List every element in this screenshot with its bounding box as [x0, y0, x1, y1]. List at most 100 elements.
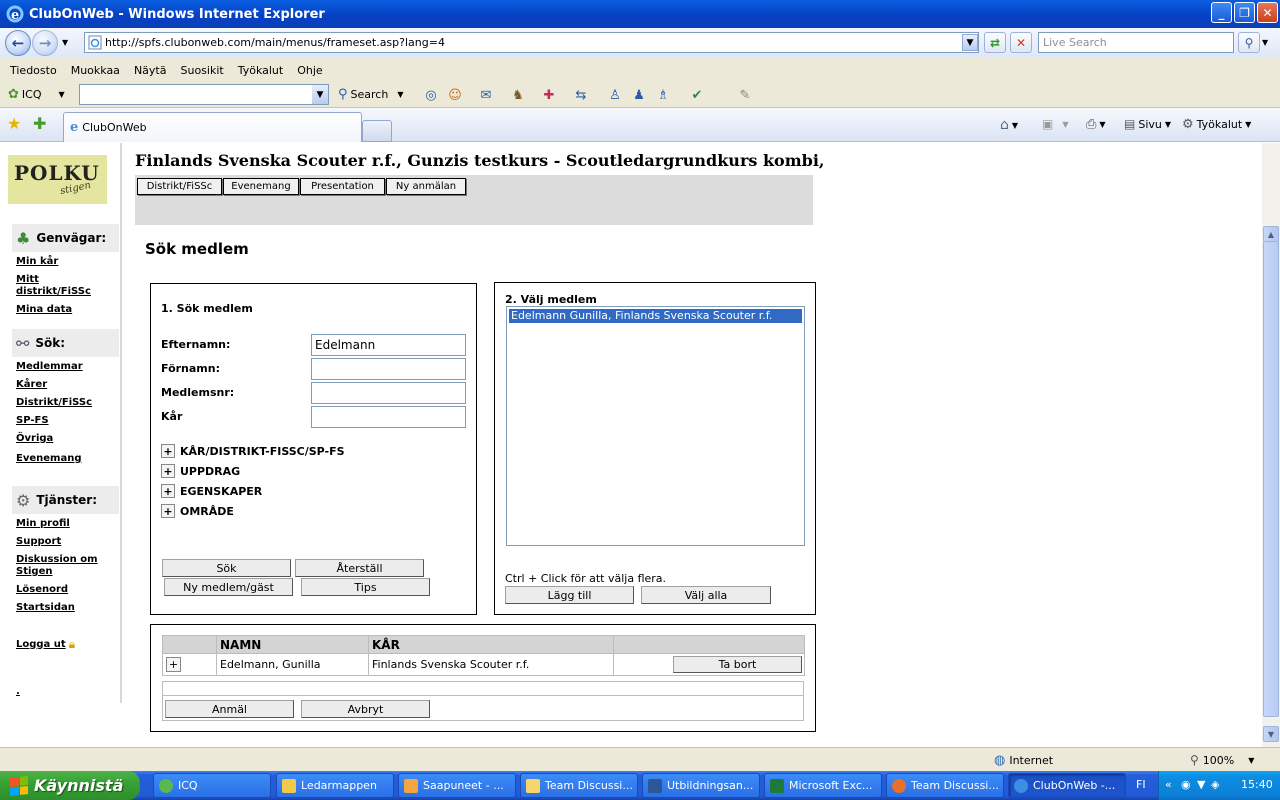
- menu-tools[interactable]: Työkalut: [238, 64, 284, 77]
- listbox-option-selected[interactable]: Edelmann Gunilla, Finlands Svenska Scout…: [509, 309, 802, 323]
- remove-button[interactable]: Ta bort: [673, 656, 802, 673]
- url-dropdown-icon[interactable]: ▼: [962, 34, 978, 51]
- home-button[interactable]: ⌂ ▼: [1000, 117, 1018, 133]
- cancel-button[interactable]: Avbryt: [301, 700, 430, 718]
- taskbar-item-team-discussion-1[interactable]: Team Discussi...: [520, 773, 638, 798]
- expander-uppdrag[interactable]: + UPPDRAG: [161, 464, 240, 478]
- minimize-button[interactable]: _: [1211, 2, 1232, 23]
- add-favorite-icon[interactable]: ✚: [33, 114, 46, 133]
- scroll-down-button[interactable]: ▼: [1263, 726, 1279, 742]
- reset-button[interactable]: Återställ: [295, 559, 424, 577]
- sidebar-link-ovriga[interactable]: Övriga: [16, 433, 116, 445]
- games-icon[interactable]: ♞: [509, 86, 527, 104]
- history-dropdown-icon[interactable]: ▼: [62, 38, 68, 47]
- sidebar-link-diskussion[interactable]: Diskussion om Stigen: [16, 554, 104, 578]
- add-contact-icon[interactable]: ♟: [630, 86, 648, 104]
- share-icon[interactable]: ⇆: [572, 86, 590, 104]
- member-number-input[interactable]: [311, 382, 466, 404]
- contacts-icon[interactable]: ♙: [606, 86, 624, 104]
- tab-clubonweb[interactable]: e ClubOnWeb: [63, 112, 362, 142]
- taskbar-item-utbildning[interactable]: Utbildningsan...: [642, 773, 760, 798]
- tips-button[interactable]: Tips: [301, 578, 430, 596]
- kar-input[interactable]: [311, 406, 466, 428]
- expander-omrade[interactable]: + OMRÅDE: [161, 504, 234, 518]
- expander-egenskaper[interactable]: + EGENSKAPER: [161, 484, 262, 498]
- vertical-scrollbar[interactable]: ▲ ▼: [1262, 143, 1280, 747]
- tab-presentation[interactable]: Presentation: [300, 178, 385, 195]
- lastname-input[interactable]: [311, 334, 466, 356]
- taskbar-item-team-discussion-2[interactable]: Team Discussi...: [886, 773, 1004, 798]
- expander-kar-distrikt[interactable]: + KÅR/DISTRIKT-FISSC/SP-FS: [161, 444, 345, 458]
- compass-icon[interactable]: ◎: [422, 86, 440, 104]
- sidebar-link-karer[interactable]: Kårer: [16, 379, 116, 391]
- tray-volume-icon[interactable]: ◈: [1211, 778, 1219, 791]
- menu-edit[interactable]: Muokkaa: [71, 64, 120, 77]
- sidebar-link-losenord[interactable]: Lösenord: [16, 584, 116, 596]
- combo-dropdown-icon[interactable]: ▼: [312, 85, 328, 104]
- start-button[interactable]: Käynnistä: [0, 771, 140, 800]
- tray-app-icon[interactable]: ◉: [1181, 778, 1191, 791]
- sidebar-link-support[interactable]: Support: [16, 536, 116, 548]
- taskbar-item-ledarmappen[interactable]: Ledarmappen: [276, 773, 394, 798]
- menu-file[interactable]: Tiedosto: [10, 64, 57, 77]
- zoom-control[interactable]: ⚲ 100% ▼: [1190, 751, 1254, 769]
- language-indicator[interactable]: FI: [1136, 778, 1146, 791]
- pin-icon[interactable]: ✎: [736, 86, 754, 104]
- icq-toolbar-button[interactable]: ✿ ICQ ▼: [8, 87, 65, 102]
- search-icon[interactable]: ⚲: [1238, 32, 1260, 53]
- sidebar-link-mitt-distrikt[interactable]: Mitt distrikt/FiSSc: [16, 274, 106, 298]
- clock[interactable]: 15:40: [1241, 778, 1273, 791]
- sidebar-link-medlemmar[interactable]: Medlemmar: [16, 361, 116, 373]
- print-button[interactable]: ⎙ ▼: [1086, 117, 1106, 132]
- refresh-icon[interactable]: ⇄: [984, 32, 1006, 53]
- member-listbox[interactable]: Edelmann Gunilla, Finlands Svenska Scout…: [506, 306, 805, 546]
- sidebar-link-startsidan[interactable]: Startsidan: [16, 602, 116, 614]
- find-people-icon[interactable]: ♗: [654, 86, 672, 104]
- forward-button[interactable]: →: [32, 30, 58, 56]
- tray-network-icon[interactable]: ▼: [1197, 778, 1205, 791]
- new-tab-button[interactable]: [362, 120, 392, 142]
- new-member-button[interactable]: Ny medlem/gäst: [164, 578, 293, 596]
- polku-logo[interactable]: POLKU stigen: [8, 155, 107, 204]
- add-button[interactable]: Lägg till: [505, 586, 634, 604]
- toolbar-search-button[interactable]: ⚲ Search ▼: [338, 87, 403, 102]
- sidebar-link-min-profil[interactable]: Min profil: [16, 518, 116, 530]
- select-all-button[interactable]: Välj alla: [641, 586, 771, 604]
- register-button[interactable]: Anmäl: [165, 700, 294, 718]
- toolbar-search-combo[interactable]: ▼: [79, 84, 329, 105]
- taskbar-item-icq[interactable]: ICQ: [153, 773, 271, 798]
- taskbar-item-saapuneet[interactable]: Saapuneet - ...: [398, 773, 516, 798]
- search-options-icon[interactable]: ▼: [1262, 38, 1268, 47]
- chat-icon[interactable]: ✉: [477, 86, 495, 104]
- taskbar-item-clubonweb[interactable]: ClubOnWeb -...: [1008, 773, 1126, 798]
- url-field[interactable]: http://spfs.clubonweb.com/main/menus/fra…: [84, 32, 979, 53]
- maximize-button[interactable]: ❐: [1234, 2, 1255, 23]
- feeds-button[interactable]: ▣ ▼: [1042, 117, 1069, 131]
- favorites-star-icon[interactable]: ★: [7, 114, 21, 133]
- close-button[interactable]: ✕: [1257, 2, 1278, 23]
- firstname-input[interactable]: [311, 358, 466, 380]
- menu-view[interactable]: Näytä: [134, 64, 167, 77]
- taskbar-item-excel[interactable]: Microsoft Exc...: [764, 773, 882, 798]
- logout-link[interactable]: Logga ut 🔒︎: [16, 637, 75, 652]
- sidebar-link-mina-data[interactable]: Mina data: [16, 304, 116, 316]
- sidebar-link-evenemang[interactable]: Evenemang: [16, 453, 116, 465]
- sidebar-link-min-kar[interactable]: Min kår: [16, 256, 116, 268]
- tray-chevron-icon[interactable]: «: [1165, 778, 1172, 791]
- people-icon[interactable]: ☺: [446, 86, 464, 104]
- tab-distrikt[interactable]: Distrikt/FiSSc: [137, 178, 222, 195]
- scroll-up-button[interactable]: ▲: [1263, 226, 1279, 242]
- check-icon[interactable]: ✔: [688, 86, 706, 104]
- live-search-input[interactable]: Live Search: [1038, 32, 1234, 53]
- back-button[interactable]: ←: [5, 30, 31, 56]
- search-button[interactable]: Sök: [162, 559, 291, 577]
- gift-icon[interactable]: ✚: [540, 86, 558, 104]
- scroll-thumb[interactable]: [1263, 241, 1279, 717]
- menu-favorites[interactable]: Suosikit: [180, 64, 223, 77]
- page-menu-button[interactable]: ▤ Sivu ▼: [1124, 117, 1171, 131]
- tools-menu-button[interactable]: ⚙ Työkalut ▼: [1182, 117, 1251, 132]
- menu-help[interactable]: Ohje: [297, 64, 322, 77]
- sidebar-link-distrikt[interactable]: Distrikt/FiSSc: [16, 397, 116, 409]
- tab-evenemang[interactable]: Evenemang: [223, 178, 299, 195]
- tab-ny-anmalan[interactable]: Ny anmälan: [386, 178, 466, 195]
